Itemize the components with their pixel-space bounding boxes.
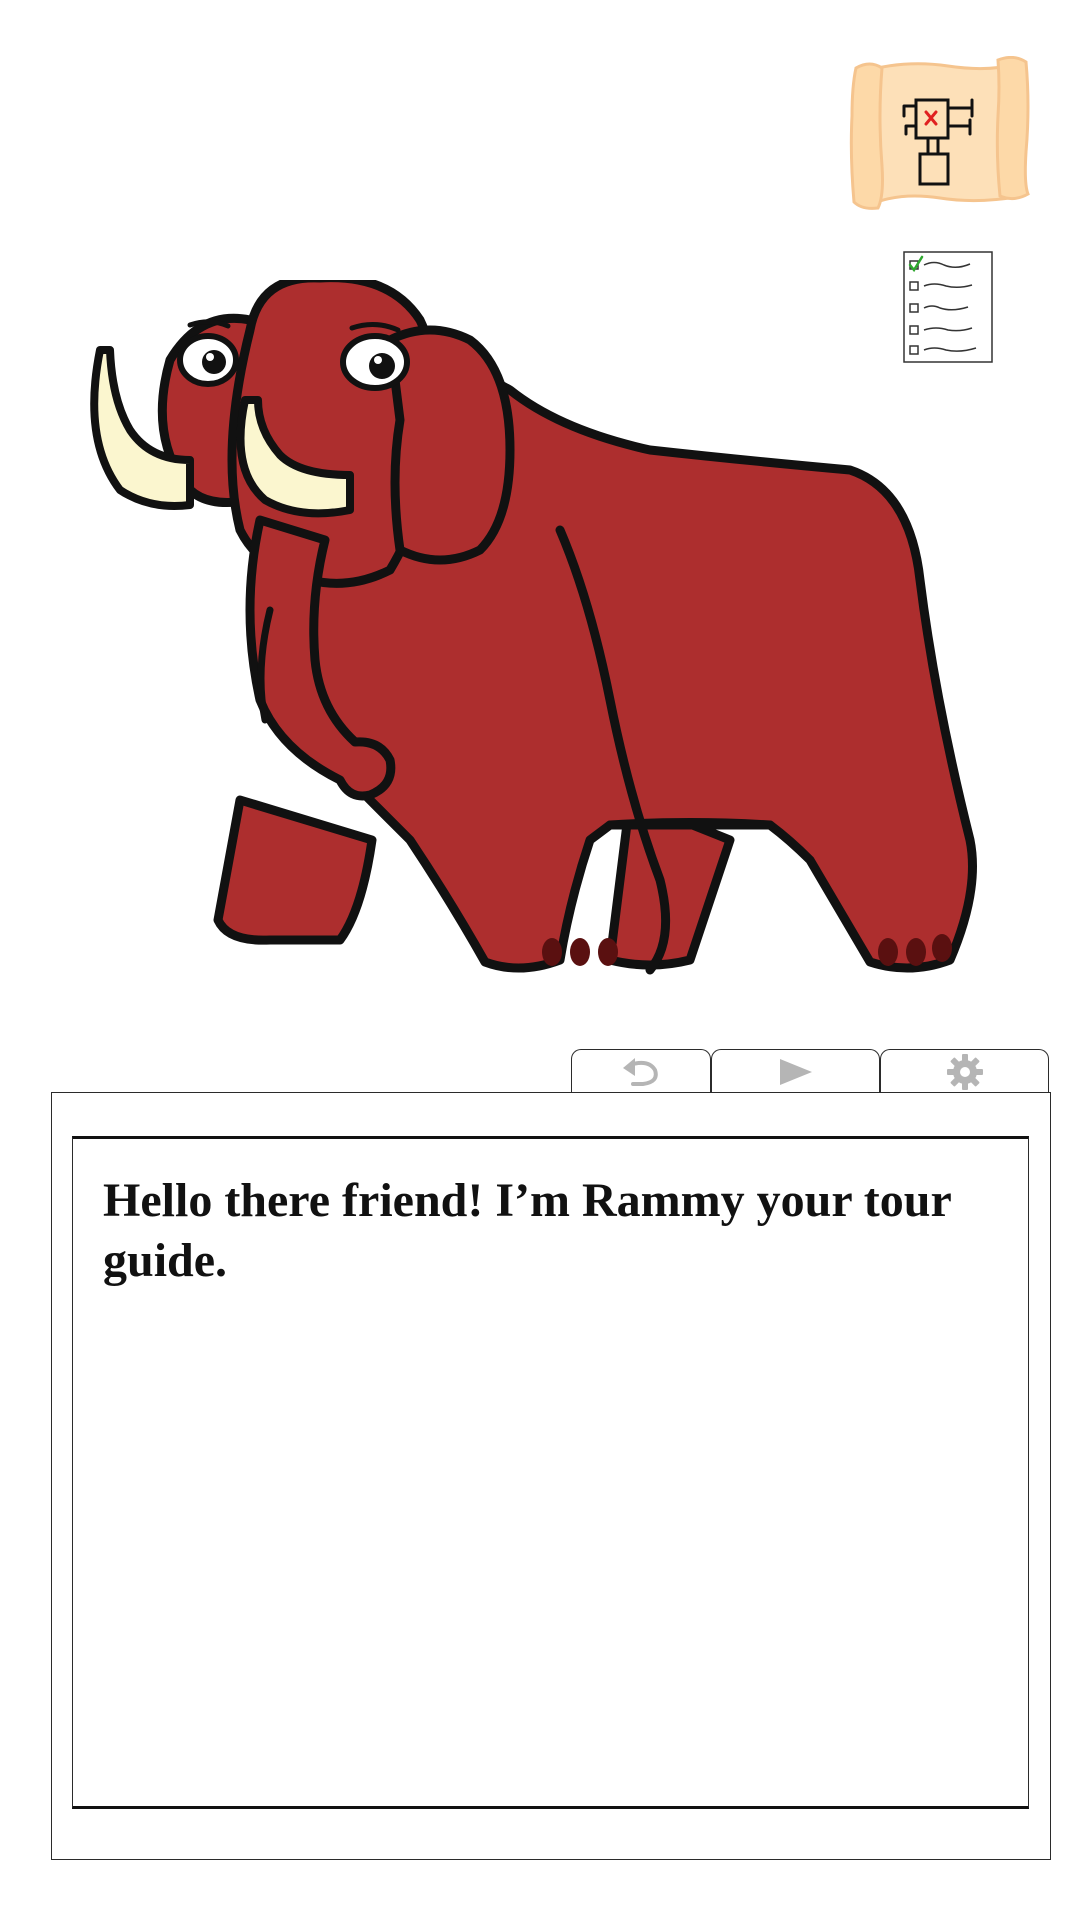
undo-icon [623, 1057, 658, 1086]
map-button[interactable] [848, 55, 1030, 212]
play-button[interactable] [711, 1049, 880, 1093]
treasure-map-icon [849, 55, 1030, 210]
rammy-mammoth-illustration [90, 280, 977, 975]
dialog-panel: Hello there friend! I’m Rammy your tour … [51, 1092, 1051, 1860]
gear-icon [946, 1053, 983, 1090]
play-icon [779, 1058, 812, 1085]
dialog-message: Hello there friend! I’m Rammy your tour … [103, 1174, 951, 1287]
settings-button[interactable] [880, 1049, 1049, 1093]
undo-button[interactable] [571, 1049, 711, 1093]
dialog-text-box: Hello there friend! I’m Rammy your tour … [72, 1136, 1029, 1809]
dialog-toolbar [571, 1049, 1049, 1093]
